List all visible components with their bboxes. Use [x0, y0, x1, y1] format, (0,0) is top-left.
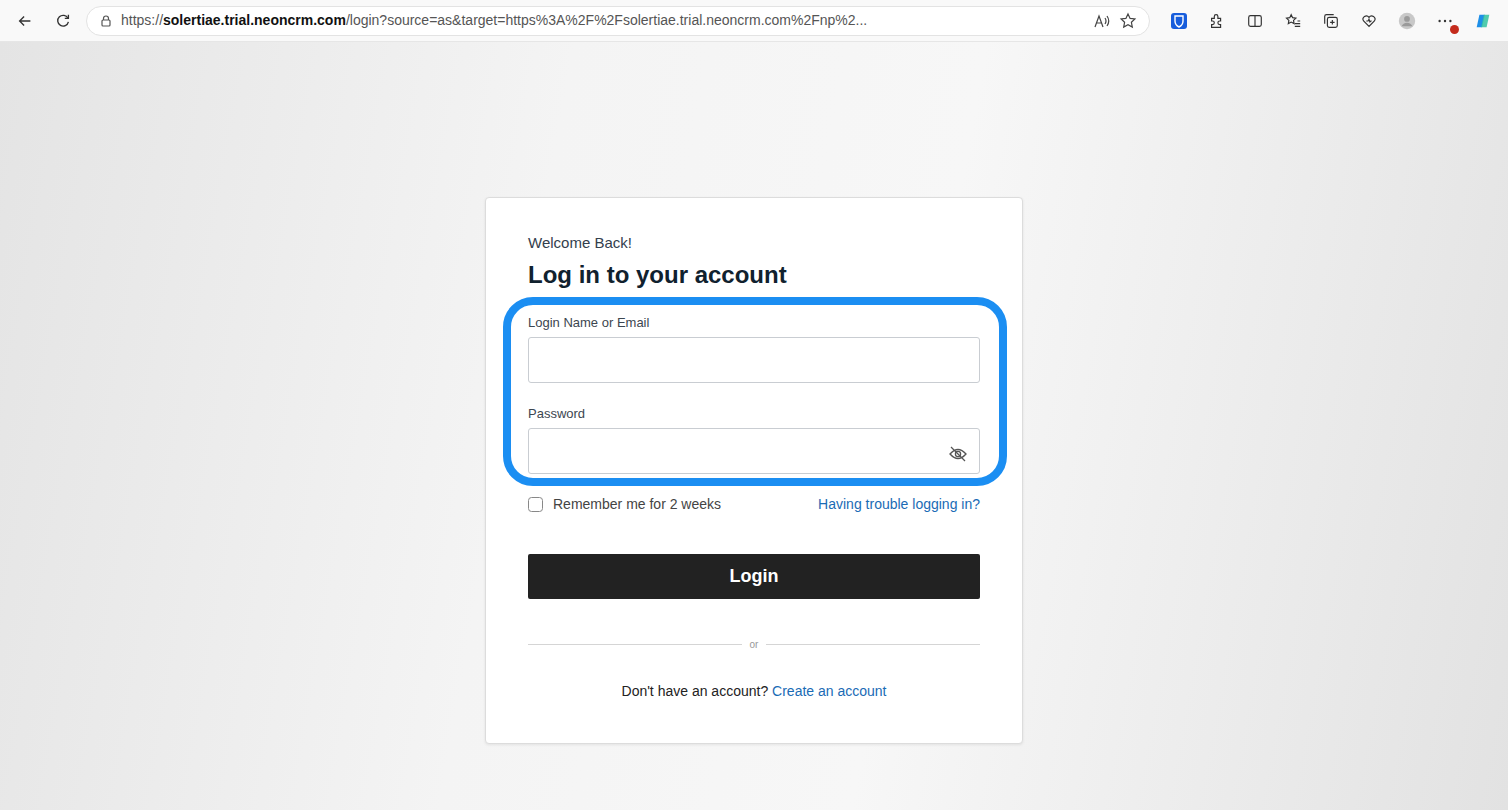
remember-label: Remember me for 2 weeks	[553, 494, 721, 515]
extensions-icon[interactable]	[1202, 6, 1232, 36]
login-card: Welcome Back! Log in to your account Log…	[485, 197, 1023, 744]
password-label: Password	[528, 406, 980, 422]
login-field-group: Login Name or Email	[528, 315, 980, 383]
copilot-icon[interactable]	[1468, 6, 1498, 36]
login-input[interactable]	[528, 337, 980, 383]
health-icon[interactable]	[1354, 6, 1384, 36]
eye-slash-icon[interactable]	[948, 441, 968, 461]
browser-toolbar: https://solertiae.trial.neoncrm.com/logi…	[0, 0, 1508, 42]
login-label: Login Name or Email	[528, 315, 980, 331]
alert-badge	[1450, 25, 1459, 34]
divider: or	[528, 637, 980, 652]
url-host: solertiae.trial.neoncrm.com	[163, 12, 346, 28]
password-field-group: Password	[528, 406, 980, 474]
back-icon[interactable]	[10, 6, 40, 36]
star-icon[interactable]	[1119, 12, 1137, 30]
favorites-icon[interactable]	[1278, 6, 1308, 36]
collections-icon[interactable]	[1316, 6, 1346, 36]
signup-row: Don't have an account? Create an account	[528, 681, 980, 701]
url-scheme: https://	[121, 12, 163, 28]
highlight-annotation	[503, 297, 1007, 486]
url-text: https://solertiae.trial.neoncrm.com/logi…	[121, 10, 1085, 31]
signup-prompt: Don't have an account?	[622, 683, 769, 699]
login-button[interactable]: Login	[528, 554, 980, 599]
address-bar[interactable]: https://solertiae.trial.neoncrm.com/logi…	[86, 6, 1150, 36]
remember-option[interactable]: Remember me for 2 weeks	[528, 494, 721, 515]
divider-text: or	[750, 637, 759, 652]
read-aloud-icon[interactable]	[1093, 12, 1111, 30]
trouble-link[interactable]: Having trouble logging in?	[818, 494, 980, 515]
lock-icon	[99, 14, 113, 28]
url-path: /login?source=as&target=https%3A%2F%2Fso…	[346, 12, 867, 28]
bitwarden-icon[interactable]	[1164, 6, 1194, 36]
greeting: Welcome Back!	[528, 233, 980, 253]
more-icon[interactable]	[1430, 6, 1460, 36]
reload-icon[interactable]	[48, 6, 78, 36]
split-screen-icon[interactable]	[1240, 6, 1270, 36]
background-photo: Welcome Back! Log in to your account Log…	[0, 42, 1508, 810]
password-input[interactable]	[528, 428, 980, 474]
profile-icon[interactable]	[1392, 6, 1422, 36]
login-title: Log in to your account	[528, 260, 980, 290]
remember-checkbox[interactable]	[528, 497, 543, 512]
signup-link[interactable]: Create an account	[772, 683, 886, 699]
